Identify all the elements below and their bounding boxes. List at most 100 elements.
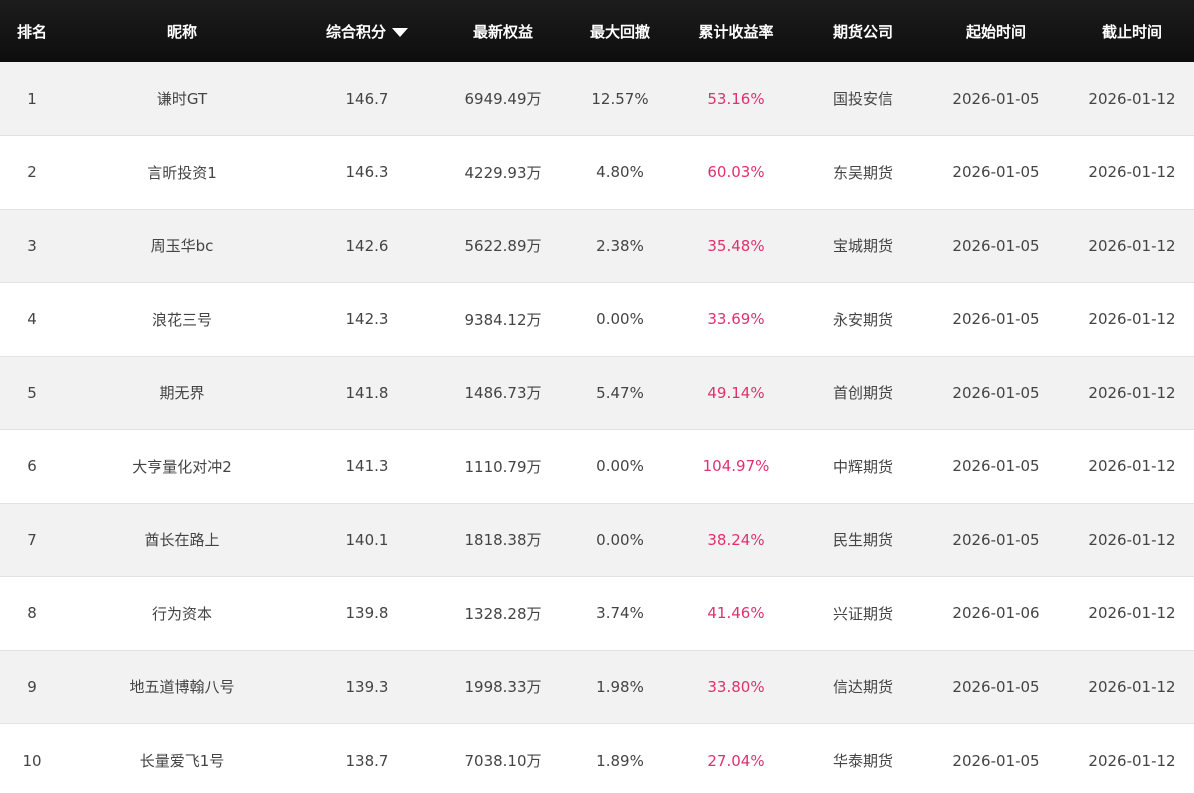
cell-equity: 1818.38万 (434, 502, 572, 577)
table-body: 1 谦时GT 146.7 6949.49万 12.57% 53.16% 国投安信… (0, 62, 1194, 793)
cell-start-date: 2026-01-05 (922, 355, 1070, 430)
cell-end-date: 2026-01-12 (1070, 429, 1194, 503)
cell-rank: 9 (0, 649, 64, 724)
cell-nickname[interactable]: 谦时GT (64, 62, 300, 136)
cell-equity: 1110.79万 (434, 429, 572, 503)
cell-return: 49.14% (668, 355, 804, 430)
cell-start-date: 2026-01-05 (922, 723, 1070, 793)
cell-rank: 7 (0, 502, 64, 577)
cell-nickname[interactable]: 言昕投资1 (64, 135, 300, 209)
header-broker[interactable]: 期货公司 (804, 0, 922, 62)
cell-return: 41.46% (668, 576, 804, 650)
cell-broker: 兴证期货 (804, 576, 922, 650)
cell-end-date: 2026-01-12 (1070, 576, 1194, 650)
cell-nickname[interactable]: 酋长在路上 (64, 502, 300, 577)
cell-rank: 2 (0, 135, 64, 209)
cell-nickname[interactable]: 行为资本 (64, 576, 300, 650)
cell-drawdown: 0.00% (572, 282, 668, 356)
cell-drawdown: 5.47% (572, 355, 668, 430)
sort-desc-icon[interactable] (392, 27, 408, 37)
cell-end-date: 2026-01-12 (1070, 723, 1194, 793)
cell-broker: 信达期货 (804, 649, 922, 724)
table-row: 1 谦时GT 146.7 6949.49万 12.57% 53.16% 国投安信… (0, 62, 1194, 136)
cell-end-date: 2026-01-12 (1088, 89, 1176, 108)
ranking-table: 排名 昵称 综合积分 最新权益 最大回撤 累计收益率 期货公司 起始时间 截止时… (0, 0, 1194, 793)
cell-start-date: 2026-01-05 (922, 208, 1070, 283)
cell-drawdown: 0.00% (572, 429, 668, 503)
cell-drawdown: 12.57% (591, 89, 649, 108)
cell-score: 138.7 (300, 723, 434, 793)
cell-nickname[interactable]: 期无界 (64, 355, 300, 430)
cell-broker: 中辉期货 (804, 429, 922, 503)
header-score-label: 综合积分 (325, 22, 386, 41)
cell-score: 139.3 (300, 649, 434, 724)
table-row: 3 周玉华bc 142.6 5622.89万 2.38% 35.48% 宝城期货… (0, 208, 1194, 283)
cell-return: 53.16% (707, 89, 765, 108)
header-drawdown[interactable]: 最大回撤 (572, 0, 668, 62)
table-row: 4 浪花三号 142.3 9384.12万 0.00% 33.69% 永安期货 … (0, 282, 1194, 356)
cell-return: 38.24% (668, 502, 804, 577)
cell-score: 142.6 (300, 208, 434, 283)
cell-start-date: 2026-01-05 (922, 282, 1070, 356)
cell-rank: 1 (27, 89, 37, 108)
cell-equity: 4229.93万 (434, 135, 572, 209)
cell-nickname[interactable]: 地五道博翰八号 (64, 649, 300, 724)
cell-broker: 民生期货 (804, 502, 922, 577)
cell-return: 33.80% (668, 649, 804, 724)
cell-end-date: 2026-01-12 (1070, 502, 1194, 577)
cell-score: 141.3 (300, 429, 434, 503)
cell-end-date: 2026-01-12 (1070, 282, 1194, 356)
cell-drawdown: 4.80% (572, 135, 668, 209)
cell-rank: 10 (0, 723, 64, 793)
cell-equity: 1328.28万 (434, 576, 572, 650)
cell-start-date: 2026-01-06 (922, 576, 1070, 650)
cell-start-date: 2026-01-05 (922, 502, 1070, 577)
table-row: 9 地五道博翰八号 139.3 1998.33万 1.98% 33.80% 信达… (0, 649, 1194, 724)
table-row: 8 行为资本 139.8 1328.28万 3.74% 41.46% 兴证期货 … (0, 576, 1194, 650)
cell-end-date: 2026-01-12 (1070, 208, 1194, 283)
ranking-board: 排名 昵称 综合积分 最新权益 最大回撤 累计收益率 期货公司 起始时间 截止时… (0, 0, 1194, 793)
cell-broker: 首创期货 (804, 355, 922, 430)
header-nickname[interactable]: 昵称 (64, 0, 300, 62)
cell-equity: 5622.89万 (434, 208, 572, 283)
cell-drawdown: 1.98% (572, 649, 668, 724)
cell-start-date: 2026-01-05 (922, 135, 1070, 209)
header-rank[interactable]: 排名 (0, 0, 64, 62)
header-equity[interactable]: 最新权益 (434, 0, 572, 62)
cell-drawdown: 2.38% (572, 208, 668, 283)
cell-return: 104.97% (668, 429, 804, 503)
cell-end-date: 2026-01-12 (1070, 649, 1194, 724)
header-score[interactable]: 综合积分 (300, 0, 434, 62)
cell-nickname[interactable]: 周玉华bc (64, 208, 300, 283)
cell-start-date: 2026-01-05 (922, 649, 1070, 724)
cell-start-date: 2026-01-05 (922, 429, 1070, 503)
cell-equity: 6949.49万 (464, 90, 542, 108)
cell-equity: 7038.10万 (434, 723, 572, 793)
header-return[interactable]: 累计收益率 (668, 0, 804, 62)
table-row: 2 言昕投资1 146.3 4229.93万 4.80% 60.03% 东吴期货… (0, 135, 1194, 209)
cell-nickname[interactable]: 浪花三号 (64, 282, 300, 356)
cell-broker: 宝城期货 (804, 208, 922, 283)
cell-return: 35.48% (668, 208, 804, 283)
header-start-date[interactable]: 起始时间 (922, 0, 1070, 62)
table-row: 10 长量爱飞1号 138.7 7038.10万 1.89% 27.04% 华泰… (0, 723, 1194, 793)
cell-nickname[interactable]: 长量爱飞1号 (64, 723, 300, 793)
cell-nickname[interactable]: 大亨量化对冲2 (64, 429, 300, 503)
cell-start-date: 2026-01-05 (952, 89, 1040, 108)
cell-score: 142.3 (300, 282, 434, 356)
cell-equity: 1998.33万 (434, 649, 572, 724)
cell-drawdown: 0.00% (572, 502, 668, 577)
cell-rank: 4 (0, 282, 64, 356)
table-row: 6 大亨量化对冲2 141.3 1110.79万 0.00% 104.97% 中… (0, 429, 1194, 503)
table-header-row: 排名 昵称 综合积分 最新权益 最大回撤 累计收益率 期货公司 起始时间 截止时… (0, 0, 1194, 62)
cell-return: 60.03% (668, 135, 804, 209)
cell-score: 140.1 (300, 502, 434, 577)
header-end-date[interactable]: 截止时间 (1070, 0, 1194, 62)
cell-broker: 永安期货 (804, 282, 922, 356)
cell-broker: 东吴期货 (804, 135, 922, 209)
cell-broker: 国投安信 (832, 90, 893, 108)
table-row: 5 期无界 141.8 1486.73万 5.47% 49.14% 首创期货 2… (0, 355, 1194, 430)
cell-return: 33.69% (668, 282, 804, 356)
cell-equity: 1486.73万 (434, 355, 572, 430)
cell-end-date: 2026-01-12 (1070, 135, 1194, 209)
